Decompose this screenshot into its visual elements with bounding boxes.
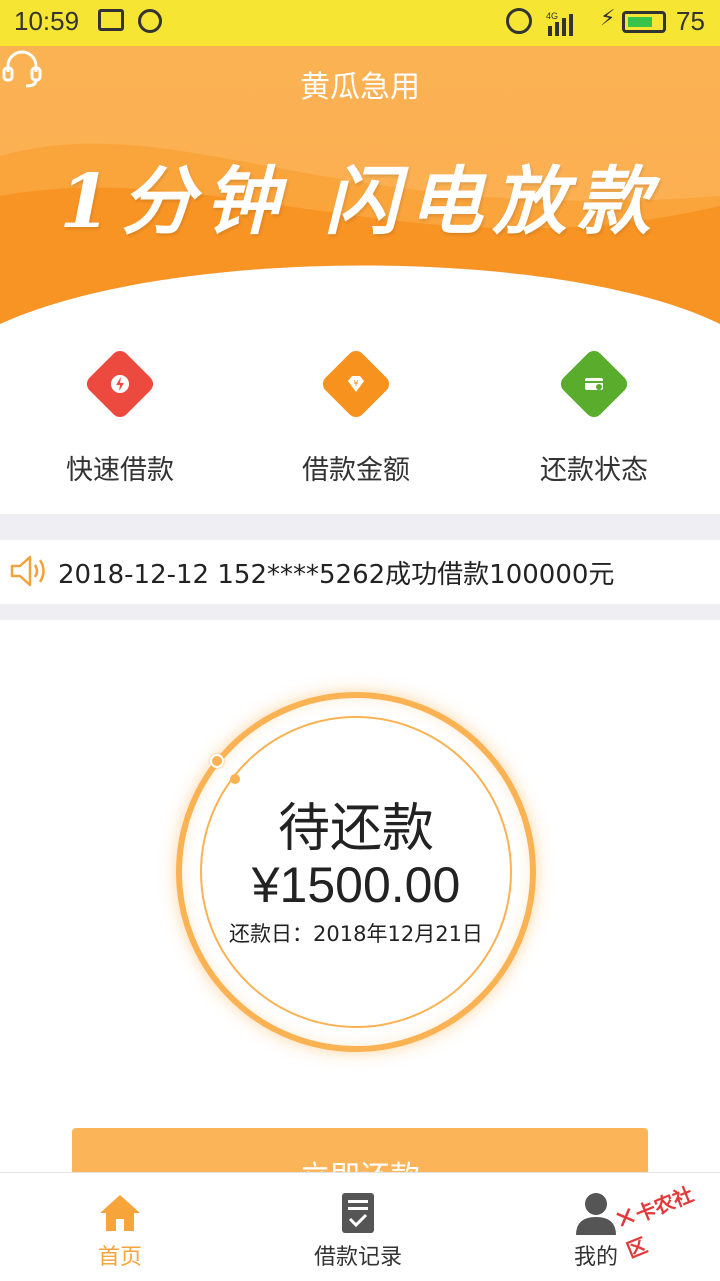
feature-label: 借款金额 <box>302 455 410 486</box>
tab-label: 首页 <box>97 1245 142 1270</box>
notice-bar: 2018-12-12 152****5262成功借款100000元 <box>0 540 720 604</box>
feature-quick-loan[interactable]: 快速借款 <box>20 347 220 487</box>
battery-icon <box>622 11 666 33</box>
diamond-yen-icon: ¥ <box>319 347 393 421</box>
headset-icon[interactable] <box>0 46 44 90</box>
banner: 黄瓜急用 1分钟 闪电放款 <box>0 46 720 324</box>
due-status-label: 待还款 <box>277 799 434 859</box>
notice-text: 2018-12-12 152****5262成功借款100000元 <box>58 560 615 590</box>
ring-dot <box>210 754 224 768</box>
ring-dot <box>230 774 240 784</box>
feature-label: 还款状态 <box>540 455 648 486</box>
page-title: 黄瓜急用 <box>300 70 420 105</box>
due-amount: ¥1500.00 <box>251 857 461 913</box>
svg-text:¥: ¥ <box>353 379 358 388</box>
signal-icon: 4G <box>546 11 573 36</box>
section-divider <box>0 514 720 540</box>
status-time: 10:59 <box>14 6 80 36</box>
feature-label: 快速借款 <box>66 455 174 486</box>
home-icon <box>100 1195 140 1231</box>
tab-home[interactable]: 首页 <box>0 1173 240 1281</box>
lightning-icon <box>83 347 157 421</box>
due-date: 还款日：2018年12月21日 <box>229 922 483 946</box>
alarm-icon <box>506 8 532 34</box>
bottom-tab-bar: 首页 借款记录 我的 <box>0 1172 720 1280</box>
feature-repay-status[interactable]: 还款状态 <box>494 347 694 487</box>
feature-loan-amount[interactable]: ¥ 借款金额 <box>256 347 456 487</box>
loan-card: 待还款 ¥1500.00 还款日：2018年12月21日 立即还款 <box>0 620 720 1218</box>
card-check-icon <box>557 347 631 421</box>
charging-icon: ⚡ <box>600 6 616 31</box>
battery-fill <box>628 17 652 27</box>
status-bar: 10:59 4G ⚡ 75 <box>0 0 720 46</box>
mail-icon <box>98 9 124 31</box>
due-ring: 待还款 ¥1500.00 还款日：2018年12月21日 <box>176 692 536 1052</box>
record-icon <box>342 1193 374 1233</box>
speaker-icon <box>10 555 45 587</box>
tab-label: 借款记录 <box>313 1245 402 1270</box>
network-label: 4G <box>546 11 558 21</box>
feature-row: 快速借款 ¥ 借款金额 还款状态 <box>0 324 720 514</box>
battery-percent: 75 <box>676 6 705 36</box>
section-divider <box>0 604 720 620</box>
tab-loan-records[interactable]: 借款记录 <box>238 1173 478 1281</box>
check-circle-icon <box>138 9 162 33</box>
banner-slogan: 1分钟 闪电放款 <box>59 159 661 245</box>
